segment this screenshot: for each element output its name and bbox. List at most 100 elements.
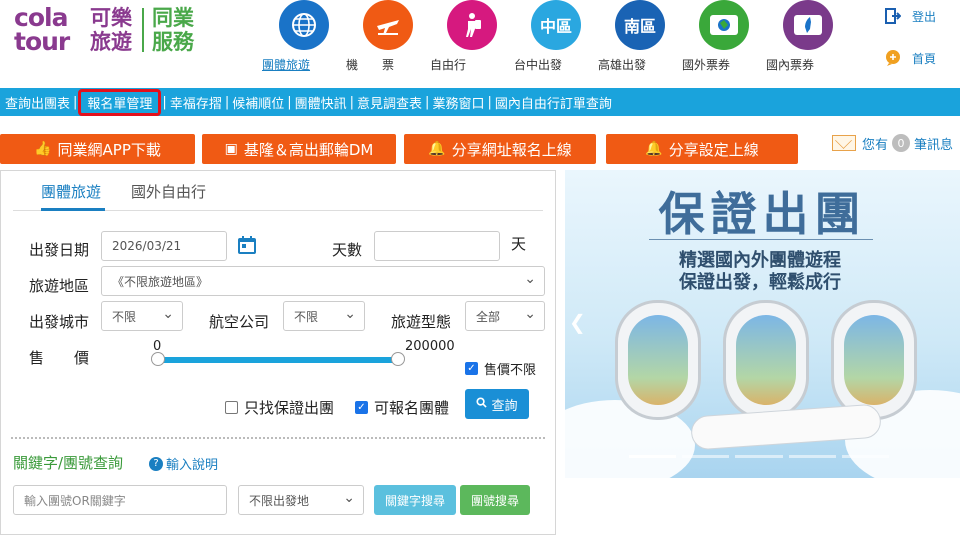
- price-unlimited-label: 售價不限: [484, 363, 537, 378]
- bookable-checkbox[interactable]: ✓ 可報名團體: [355, 397, 449, 418]
- nav-item-7[interactable]: 國內票券: [766, 0, 850, 72]
- tab-group-tour[interactable]: 團體旅遊: [41, 181, 105, 211]
- app-download-label: 同業網APP下載: [57, 140, 161, 159]
- carousel-dot[interactable]: [682, 455, 730, 458]
- tour-type-select[interactable]: 全部: [465, 301, 545, 331]
- top-links: 登出 首頁: [884, 6, 960, 90]
- message-suffix: 筆訊息: [914, 137, 954, 153]
- keyword-search-title: 關鍵字/團號查詢: [13, 454, 124, 472]
- message-notice[interactable]: 您有 0 筆訊息: [832, 133, 960, 153]
- logo-company-text: 可樂旅遊: [90, 6, 132, 54]
- logout-link[interactable]: 登出: [884, 6, 960, 26]
- menu-separator: |: [73, 94, 78, 110]
- envelope-icon: [832, 135, 856, 151]
- tab-overseas-fit[interactable]: 國外自由行: [131, 181, 211, 211]
- banner-title: 保證出團: [658, 187, 867, 241]
- airline-value: 不限: [294, 309, 319, 324]
- checkmark-icon: ✓: [465, 362, 478, 375]
- tour-type-value: 全部: [476, 309, 501, 324]
- colatour-logo[interactable]: cola tour 可樂旅遊 同業服務: [14, 5, 204, 56]
- checkbox-empty-icon: [225, 401, 238, 414]
- menu-item-5[interactable]: 團體快訊: [295, 93, 347, 112]
- depart-date-input[interactable]: 2026/03/21: [101, 231, 227, 261]
- calendar-icon[interactable]: [237, 235, 257, 255]
- menu-item-6[interactable]: 意見調查表: [357, 93, 422, 112]
- promo-banner[interactable]: 保證出團 精選國內外團體遊程 保證出發，輕鬆成行 ❮: [565, 170, 960, 478]
- menu-item-7[interactable]: 業務窗口: [432, 93, 484, 112]
- nav-item-4[interactable]: 中區台中出發: [514, 0, 598, 72]
- carousel-dot[interactable]: [788, 455, 836, 458]
- airline-label: 航空公司: [209, 313, 270, 331]
- globe-icon: [279, 0, 329, 50]
- departure-city-label: 出發城市: [29, 313, 90, 331]
- nav-item-2[interactable]: 機 票: [346, 0, 430, 72]
- chevron-left-icon[interactable]: ❮: [569, 310, 586, 334]
- region-taichung-icon: 中區: [531, 0, 581, 50]
- keyword-search-button[interactable]: 關鍵字搜尋: [374, 485, 456, 515]
- days-input[interactable]: [374, 231, 500, 261]
- menu-item-4[interactable]: 候補順位: [232, 93, 284, 112]
- region-select[interactable]: 《不限旅遊地區》: [101, 266, 545, 296]
- airline-select[interactable]: 不限: [283, 301, 365, 331]
- cruise-dm-label: 基隆＆高出郵輪DM: [243, 140, 374, 159]
- share-url-button[interactable]: 🔔 分享網址報名上線: [404, 134, 596, 164]
- depart-date-label: 出發日期: [29, 241, 90, 259]
- home-link[interactable]: 首頁: [884, 48, 960, 68]
- menu-separator: |: [349, 94, 355, 110]
- message-prefix: 您有: [862, 137, 889, 153]
- nav-item-3[interactable]: 自由行: [430, 0, 514, 72]
- menu-separator: |: [425, 94, 430, 110]
- price-range-track[interactable]: [157, 357, 399, 363]
- bell-icon: 🔔: [428, 141, 446, 157]
- days-label: 天數: [332, 241, 363, 259]
- search-tabs: 團體旅遊 國外自由行: [13, 181, 543, 211]
- price-max-handle[interactable]: [391, 352, 405, 366]
- main-menu-bar: 查詢出團表 | 報名單管理 | 幸福存摺 | 候補順位 | 團體快訊 | 意見調查表 | 業務窗口 | 國內…: [0, 88, 960, 116]
- departure-city-value: 不限: [112, 309, 137, 324]
- region-kaohsiung-icon: 南區: [615, 0, 665, 50]
- app-download-button[interactable]: 👍 同業網APP下載: [0, 134, 195, 164]
- menu-item-3[interactable]: 幸福存摺: [170, 93, 222, 112]
- carousel-dot[interactable]: [629, 455, 677, 458]
- menu-item-2[interactable]: 報名單管理: [78, 88, 162, 116]
- departure-place-value: 不限出發地: [249, 493, 310, 508]
- menu-item-1[interactable]: 查詢出團表: [5, 93, 70, 112]
- input-help-link[interactable]: ? 輸入說明: [149, 454, 218, 473]
- price-max-value: 200000: [405, 339, 455, 354]
- question-icon: ?: [149, 456, 163, 471]
- airplane-icon: [363, 0, 413, 50]
- cruise-dm-button[interactable]: ▣ 基隆＆高出郵輪DM: [202, 134, 396, 164]
- search-button-label: 查詢: [491, 398, 518, 414]
- departure-city-select[interactable]: 不限: [101, 301, 183, 331]
- nav-item-label: 高雄出發: [598, 58, 647, 72]
- price-unlimited-checkbox[interactable]: ✓ 售價不限: [465, 359, 536, 378]
- nav-item-6[interactable]: 國外票券: [682, 0, 766, 72]
- nav-item-1[interactable]: 團體旅遊: [262, 0, 346, 72]
- departure-place-select[interactable]: 不限出發地: [238, 485, 364, 515]
- pdf-icon: ▣: [224, 141, 238, 157]
- menu-item-8[interactable]: 國內自由行訂單查詢: [495, 93, 612, 112]
- carousel-dot[interactable]: [841, 455, 890, 458]
- airplane-window-image: [723, 300, 809, 420]
- bookable-label: 可報名團體: [374, 399, 450, 417]
- logo-division-text: 同業服務: [152, 6, 194, 54]
- share-settings-button[interactable]: 🔔 分享設定上線: [606, 134, 798, 164]
- bell-icon: 🔔: [645, 141, 663, 157]
- nav-item-5[interactable]: 南區高雄出發: [598, 0, 682, 72]
- tour-code-search-button[interactable]: 團號搜尋: [460, 485, 530, 515]
- home-label: 首頁: [912, 51, 937, 66]
- share-settings-label: 分享設定上線: [668, 140, 759, 159]
- keyword-input[interactable]: 輸入團號OR關鍵字: [13, 485, 227, 515]
- chat-home-icon: [884, 49, 902, 67]
- menu-separator: |: [287, 94, 292, 110]
- carousel-dot[interactable]: [735, 455, 783, 458]
- guaranteed-only-checkbox[interactable]: 只找保證出團: [225, 397, 334, 418]
- search-button[interactable]: 查詢: [465, 389, 529, 419]
- logout-label: 登出: [912, 9, 937, 24]
- backpacker-icon: [447, 0, 497, 50]
- ticket-icon: [699, 0, 749, 50]
- message-count-badge: 0: [892, 134, 911, 152]
- price-min-handle[interactable]: [151, 352, 165, 366]
- nav-item-label: 團體旅遊: [262, 58, 311, 72]
- nav-item-label: 台中出發: [514, 58, 563, 72]
